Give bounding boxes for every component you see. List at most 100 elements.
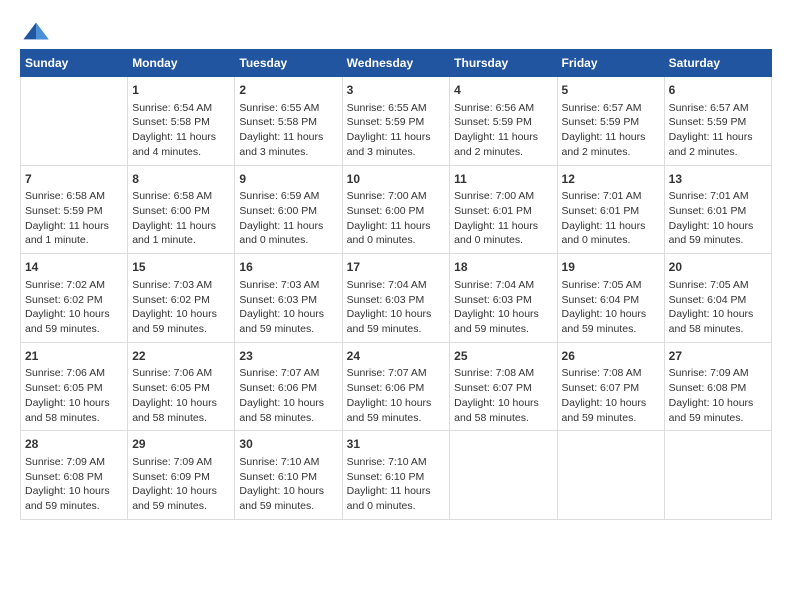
day-info: Sunrise: 7:04 AM Sunset: 6:03 PM Dayligh… (347, 278, 446, 337)
calendar-header-wednesday: Wednesday (342, 50, 450, 77)
day-number: 18 (454, 259, 552, 276)
day-number: 10 (347, 171, 446, 188)
day-number: 22 (132, 348, 230, 365)
day-number: 12 (562, 171, 660, 188)
page-header (20, 20, 772, 41)
calendar-cell: 4 Sunrise: 6:56 AM Sunset: 5:59 PM Daylig… (450, 77, 557, 166)
day-number: 24 (347, 348, 446, 365)
day-number: 6 (669, 82, 767, 99)
calendar-cell: 3Sunrise: 6:55 AM Sunset: 5:59 PM Daylig… (342, 77, 450, 166)
day-info: Sunrise: 7:08 AM Sunset: 6:07 PM Dayligh… (454, 366, 552, 425)
calendar-cell: 9Sunrise: 6:59 AM Sunset: 6:00 PM Daylig… (235, 165, 342, 254)
calendar-cell: 1Sunrise: 6:54 AM Sunset: 5:58 PM Daylig… (128, 77, 235, 166)
calendar-cell: 10Sunrise: 7:00 AM Sunset: 6:00 PM Dayli… (342, 165, 450, 254)
calendar-cell: 16 Sunrise: 7:03 AM Sunset: 6:03 PM Dayli… (235, 254, 342, 343)
calendar-cell: 22Sunrise: 7:06 AM Sunset: 6:05 PM Dayli… (128, 342, 235, 431)
day-info: Sunrise: 7:09 AM Sunset: 6:08 PM Dayligh… (669, 366, 767, 425)
calendar-cell (450, 431, 557, 520)
day-info: Sunrise: 6:55 AM Sunset: 5:58 PM Dayligh… (239, 101, 337, 160)
day-number: 4 (454, 82, 552, 99)
week-row-5: 28 Sunrise: 7:09 AM Sunset: 6:08 PM Dayli… (21, 431, 772, 520)
day-number: 2 (239, 82, 337, 99)
day-info: Sunrise: 7:09 AM Sunset: 6:09 PM Dayligh… (132, 455, 230, 514)
day-number: 16 (239, 259, 337, 276)
day-number: 5 (562, 82, 660, 99)
calendar-cell: 19Sunrise: 7:05 AM Sunset: 6:04 PM Dayli… (557, 254, 664, 343)
day-number: 9 (239, 171, 337, 188)
calendar-cell: 25Sunrise: 7:08 AM Sunset: 6:07 PM Dayli… (450, 342, 557, 431)
day-number: 15 (132, 259, 230, 276)
day-info: Sunrise: 7:09 AM Sunset: 6:08 PM Dayligh… (25, 455, 123, 514)
calendar-header-row: SundayMondayTuesdayWednesdayThursdayFrid… (21, 50, 772, 77)
day-info: Sunrise: 7:02 AM Sunset: 6:02 PM Dayligh… (25, 278, 123, 337)
calendar-cell: 14 Sunrise: 7:02 AM Sunset: 6:02 PM Dayli… (21, 254, 128, 343)
day-number: 19 (562, 259, 660, 276)
calendar-cell: 26Sunrise: 7:08 AM Sunset: 6:07 PM Dayli… (557, 342, 664, 431)
day-info: Sunrise: 6:56 AM Sunset: 5:59 PM Dayligh… (454, 101, 552, 160)
calendar-header-friday: Friday (557, 50, 664, 77)
calendar-cell: 27Sunrise: 7:09 AM Sunset: 6:08 PM Dayli… (664, 342, 771, 431)
day-number: 26 (562, 348, 660, 365)
calendar-cell: 30 Sunrise: 7:10 AM Sunset: 6:10 PM Dayli… (235, 431, 342, 520)
calendar-cell: 15 Sunrise: 7:03 AM Sunset: 6:02 PM Dayli… (128, 254, 235, 343)
day-info: Sunrise: 7:07 AM Sunset: 6:06 PM Dayligh… (239, 366, 337, 425)
day-info: Sunrise: 7:06 AM Sunset: 6:05 PM Dayligh… (25, 366, 123, 425)
calendar-cell: 2 Sunrise: 6:55 AM Sunset: 5:58 PM Daylig… (235, 77, 342, 166)
day-number: 21 (25, 348, 123, 365)
week-row-4: 21Sunrise: 7:06 AM Sunset: 6:05 PM Dayli… (21, 342, 772, 431)
day-number: 14 (25, 259, 123, 276)
week-row-2: 7Sunrise: 6:58 AM Sunset: 5:59 PM Daylig… (21, 165, 772, 254)
day-number: 8 (132, 171, 230, 188)
day-info: Sunrise: 7:08 AM Sunset: 6:07 PM Dayligh… (562, 366, 660, 425)
day-info: Sunrise: 7:10 AM Sunset: 6:10 PM Dayligh… (347, 455, 446, 514)
calendar-cell: 31 Sunrise: 7:10 AM Sunset: 6:10 PM Dayli… (342, 431, 450, 520)
day-info: Sunrise: 7:03 AM Sunset: 6:03 PM Dayligh… (239, 278, 337, 337)
day-info: Sunrise: 6:55 AM Sunset: 5:59 PM Dayligh… (347, 101, 446, 160)
day-number: 23 (239, 348, 337, 365)
calendar-cell: 29 Sunrise: 7:09 AM Sunset: 6:09 PM Dayli… (128, 431, 235, 520)
calendar-cell (664, 431, 771, 520)
day-info: Sunrise: 7:03 AM Sunset: 6:02 PM Dayligh… (132, 278, 230, 337)
day-info: Sunrise: 7:00 AM Sunset: 6:00 PM Dayligh… (347, 189, 446, 248)
day-info: Sunrise: 6:58 AM Sunset: 6:00 PM Dayligh… (132, 189, 230, 248)
day-number: 7 (25, 171, 123, 188)
calendar-table: SundayMondayTuesdayWednesdayThursdayFrid… (20, 49, 772, 520)
day-number: 31 (347, 436, 446, 453)
day-number: 25 (454, 348, 552, 365)
calendar-cell: 7Sunrise: 6:58 AM Sunset: 5:59 PM Daylig… (21, 165, 128, 254)
logo-icon (22, 21, 50, 41)
calendar-cell: 8Sunrise: 6:58 AM Sunset: 6:00 PM Daylig… (128, 165, 235, 254)
calendar-cell: 13Sunrise: 7:01 AM Sunset: 6:01 PM Dayli… (664, 165, 771, 254)
week-row-3: 14 Sunrise: 7:02 AM Sunset: 6:02 PM Dayli… (21, 254, 772, 343)
week-row-1: 1Sunrise: 6:54 AM Sunset: 5:58 PM Daylig… (21, 77, 772, 166)
day-number: 1 (132, 82, 230, 99)
logo (20, 20, 52, 41)
calendar-cell: 20 Sunrise: 7:05 AM Sunset: 6:04 PM Dayli… (664, 254, 771, 343)
day-number: 29 (132, 436, 230, 453)
calendar-cell (557, 431, 664, 520)
day-info: Sunrise: 7:01 AM Sunset: 6:01 PM Dayligh… (669, 189, 767, 248)
day-number: 17 (347, 259, 446, 276)
calendar-cell: 23Sunrise: 7:07 AM Sunset: 6:06 PM Dayli… (235, 342, 342, 431)
day-number: 20 (669, 259, 767, 276)
day-number: 13 (669, 171, 767, 188)
day-info: Sunrise: 7:10 AM Sunset: 6:10 PM Dayligh… (239, 455, 337, 514)
calendar-header-sunday: Sunday (21, 50, 128, 77)
calendar-cell: 28 Sunrise: 7:09 AM Sunset: 6:08 PM Dayli… (21, 431, 128, 520)
calendar-cell: 21Sunrise: 7:06 AM Sunset: 6:05 PM Dayli… (21, 342, 128, 431)
day-number: 11 (454, 171, 552, 188)
day-info: Sunrise: 7:04 AM Sunset: 6:03 PM Dayligh… (454, 278, 552, 337)
calendar-header-saturday: Saturday (664, 50, 771, 77)
calendar-cell: 24Sunrise: 7:07 AM Sunset: 6:06 PM Dayli… (342, 342, 450, 431)
day-info: Sunrise: 7:05 AM Sunset: 6:04 PM Dayligh… (669, 278, 767, 337)
day-info: Sunrise: 6:57 AM Sunset: 5:59 PM Dayligh… (562, 101, 660, 160)
calendar-cell: 11Sunrise: 7:00 AM Sunset: 6:01 PM Dayli… (450, 165, 557, 254)
day-info: Sunrise: 7:01 AM Sunset: 6:01 PM Dayligh… (562, 189, 660, 248)
calendar-cell: 6Sunrise: 6:57 AM Sunset: 5:59 PM Daylig… (664, 77, 771, 166)
day-number: 30 (239, 436, 337, 453)
day-number: 28 (25, 436, 123, 453)
calendar-cell: 12Sunrise: 7:01 AM Sunset: 6:01 PM Dayli… (557, 165, 664, 254)
day-info: Sunrise: 6:58 AM Sunset: 5:59 PM Dayligh… (25, 189, 123, 248)
calendar-header-tuesday: Tuesday (235, 50, 342, 77)
day-info: Sunrise: 7:06 AM Sunset: 6:05 PM Dayligh… (132, 366, 230, 425)
